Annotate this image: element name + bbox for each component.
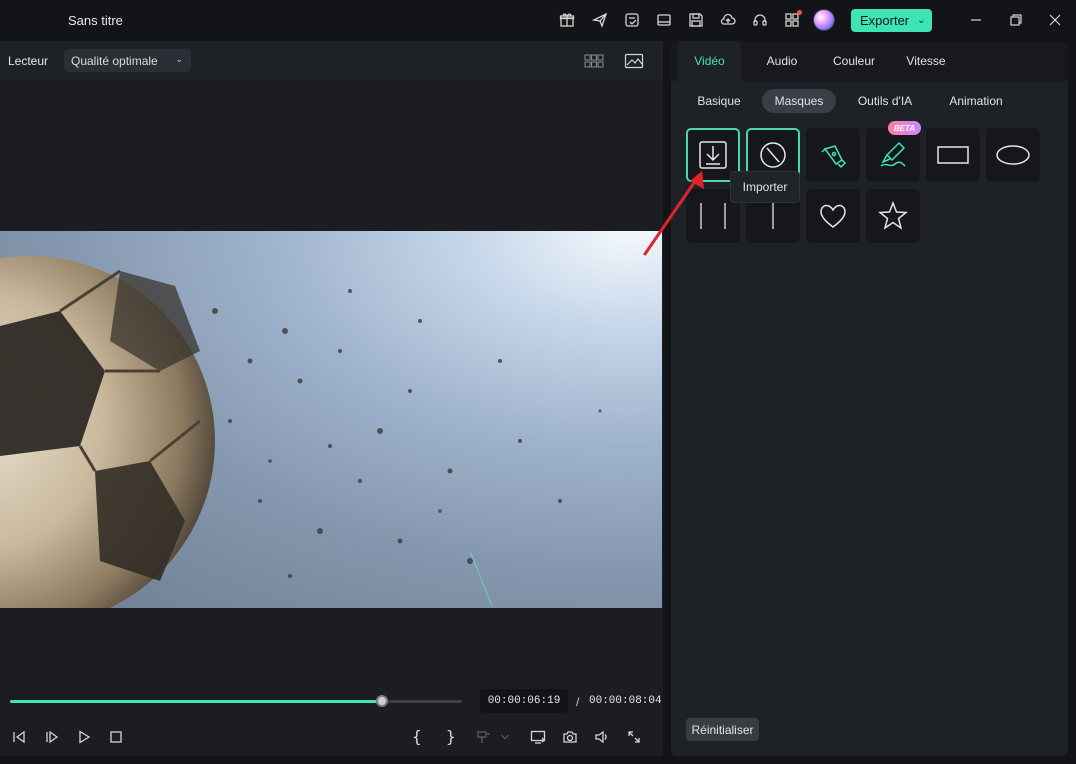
gift-icon[interactable] <box>557 10 577 30</box>
video-frame[interactable] <box>0 231 662 608</box>
minimize-icon[interactable] <box>966 10 986 30</box>
subtab-basique[interactable]: Basique <box>689 89 749 113</box>
close-icon[interactable] <box>1045 10 1065 30</box>
mark-out-button[interactable]: } <box>446 727 456 746</box>
grid-view-icon[interactable] <box>583 52 605 70</box>
tab-audio[interactable]: Audio <box>751 41 813 81</box>
volume-icon[interactable] <box>592 727 612 747</box>
progress-fill <box>10 700 382 703</box>
snapshot-view-icon[interactable] <box>623 52 645 70</box>
fullscreen-icon[interactable] <box>624 727 644 747</box>
star-mask-icon[interactable] <box>866 189 920 243</box>
player-header: Lecteur Qualité optimale ⌄ <box>0 41 663 80</box>
apps-grid-icon[interactable] <box>782 10 802 30</box>
total-time: 00:00:08:04 <box>589 695 662 707</box>
beta-badge: BETA <box>888 121 921 135</box>
next-frame-icon[interactable] <box>42 727 62 747</box>
pen-mask-icon[interactable] <box>806 128 860 182</box>
headset-icon[interactable] <box>750 10 770 30</box>
tab-vitesse[interactable]: Vitesse <box>897 41 955 81</box>
subtab-masques[interactable]: Masques <box>762 89 836 113</box>
ellipse-mask-icon[interactable] <box>986 128 1040 182</box>
subtab-outils-ia[interactable]: Outils d'IA <box>848 89 922 113</box>
display-icon[interactable] <box>528 727 548 747</box>
app-title: Sans titre <box>68 13 123 28</box>
title-bar: Sans titre Exporter ⌄ <box>0 0 1076 40</box>
mark-in-button[interactable]: { <box>412 727 422 746</box>
brush-mask-icon[interactable] <box>866 128 920 182</box>
import-tooltip: Importer <box>730 171 800 203</box>
playback-progress-bar[interactable] <box>10 695 462 707</box>
progress-knob[interactable] <box>375 695 388 707</box>
quality-value: Qualité optimale <box>71 54 158 68</box>
player-panel: Lecteur Qualité optimale ⌄ 00:00:06:19 /… <box>0 41 663 756</box>
quality-select[interactable]: Qualité optimale ⌄ <box>64 49 191 72</box>
chevron-down-icon: ⌄ <box>175 54 183 64</box>
reset-button[interactable]: Réinitialiser <box>686 718 759 741</box>
stop-icon[interactable] <box>106 727 126 747</box>
video-preview-area <box>0 80 663 692</box>
camera-icon[interactable] <box>560 727 580 747</box>
player-label: Lecteur <box>8 54 49 68</box>
chevron-down-icon: ⌄ <box>917 15 926 26</box>
send-icon[interactable] <box>590 10 610 30</box>
save-icon[interactable] <box>686 10 706 30</box>
play-icon[interactable] <box>74 727 94 747</box>
heart-mask-icon[interactable] <box>806 189 860 243</box>
restore-icon[interactable] <box>1006 10 1026 30</box>
rectangle-mask-icon[interactable] <box>926 128 980 182</box>
current-time[interactable]: 00:00:06:19 <box>480 689 568 713</box>
time-separator: / <box>576 695 580 709</box>
subtab-animation[interactable]: Animation <box>938 89 1014 113</box>
previous-frame-icon[interactable] <box>9 727 29 747</box>
soccer-ball-image <box>0 256 602 608</box>
checklist-icon[interactable] <box>622 10 642 30</box>
tab-couleur[interactable]: Couleur <box>821 41 887 81</box>
main-tabs: Vidéo Audio Couleur Vitesse <box>671 41 1068 81</box>
export-label: Exporter <box>860 13 910 28</box>
insert-clip-icon[interactable] <box>474 727 494 747</box>
cloud-upload-icon[interactable] <box>718 10 738 30</box>
properties-panel: Vidéo Audio Couleur Vitesse Basique Masq… <box>671 41 1068 756</box>
export-button[interactable]: Exporter ⌄ <box>851 9 932 32</box>
ai-avatar-icon[interactable] <box>813 9 835 31</box>
notification-dot <box>797 10 802 15</box>
layout-icon[interactable] <box>654 10 674 30</box>
insert-clip-chevron-icon[interactable] <box>498 727 512 747</box>
tab-video[interactable]: Vidéo <box>678 41 741 81</box>
